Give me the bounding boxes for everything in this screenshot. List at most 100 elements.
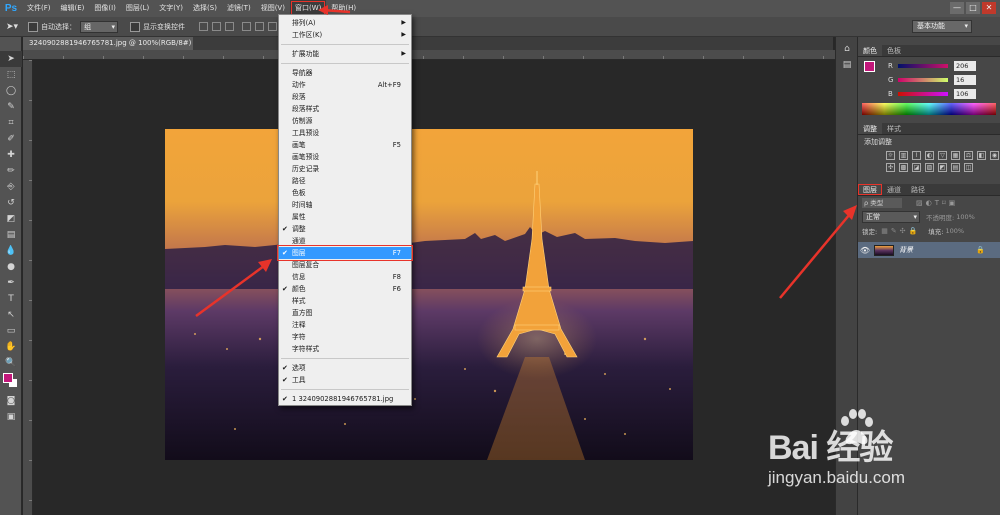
- align-top-icon[interactable]: [199, 22, 209, 31]
- auto-select-checkbox[interactable]: [28, 21, 39, 32]
- layer-filter-dropdown[interactable]: ρ 类型: [862, 198, 902, 208]
- window-menu-item[interactable]: 样式: [279, 295, 411, 307]
- clone-stamp-icon[interactable]: ⎆: [0, 179, 22, 195]
- window-menu-item[interactable]: ✔ 图层 F7: [277, 245, 413, 261]
- window-menu-item[interactable]: 直方图: [279, 307, 411, 319]
- window-menu-item[interactable]: 路径: [279, 175, 411, 187]
- window-menu-item[interactable]: 图层复合: [279, 259, 411, 271]
- tab-adjustments[interactable]: 调整: [858, 123, 882, 134]
- hand-icon[interactable]: ✋: [0, 339, 22, 355]
- move-icon[interactable]: ➤: [0, 51, 22, 67]
- marquee-icon[interactable]: ⬚: [0, 67, 22, 83]
- menu-2[interactable]: 图像(I): [89, 0, 121, 17]
- eiffel-tower-photo[interactable]: [165, 129, 693, 460]
- align-vcenter-icon[interactable]: [212, 22, 222, 31]
- window-menu-item[interactable]: 信息 F8: [279, 271, 411, 283]
- menu-3[interactable]: 图层(L): [121, 0, 154, 17]
- auto-select-dropdown[interactable]: 组: [80, 20, 119, 33]
- window-menu-item[interactable]: 动作 Alt+F9: [279, 79, 411, 91]
- brightness-icon[interactable]: ☼: [886, 151, 895, 160]
- visibility-eye-icon[interactable]: 👁: [858, 246, 872, 255]
- window-menu-item[interactable]: 排列(A) ▶: [279, 17, 411, 29]
- levels-icon[interactable]: ▥: [899, 151, 908, 160]
- color-balance-icon[interactable]: ⚖: [964, 151, 973, 160]
- screen-mode-icon[interactable]: ▣: [0, 409, 22, 425]
- window-menu-item[interactable]: 导航器: [279, 67, 411, 79]
- eyedropper-icon[interactable]: ✐: [0, 131, 22, 147]
- dodge-icon[interactable]: ●: [0, 259, 22, 275]
- window-menu-item[interactable]: ✔ 选项: [279, 362, 411, 374]
- window-menu-item[interactable]: 色板: [279, 187, 411, 199]
- align-right-icon[interactable]: [268, 22, 278, 31]
- tab-styles[interactable]: 样式: [882, 123, 906, 134]
- blur-icon[interactable]: 💧: [0, 243, 22, 259]
- crop-icon[interactable]: ⌗: [0, 115, 22, 131]
- align-hcenter-icon[interactable]: [255, 22, 265, 31]
- tab-paths[interactable]: 路径: [906, 184, 930, 195]
- tab-color[interactable]: 颜色: [858, 45, 882, 56]
- zoom-icon[interactable]: 🔍: [0, 355, 22, 371]
- color-lookup-icon[interactable]: ▩: [899, 163, 908, 172]
- posterize-icon[interactable]: ▨: [925, 163, 934, 172]
- curves-icon[interactable]: ⌇: [912, 151, 921, 160]
- window-menu-item[interactable]: 工具预设: [279, 127, 411, 139]
- healing-icon[interactable]: ✚: [0, 147, 22, 163]
- menu-0[interactable]: 文件(F): [22, 0, 56, 17]
- window-menu-item[interactable]: 注释: [279, 319, 411, 331]
- window-menu-item[interactable]: 画笔预设: [279, 151, 411, 163]
- channel-slider[interactable]: [898, 78, 948, 82]
- bw-icon[interactable]: ◧: [977, 151, 986, 160]
- workspace-dropdown[interactable]: 基本功能: [912, 20, 972, 33]
- window-menu-item[interactable]: 字符样式: [279, 343, 411, 355]
- hue-icon[interactable]: ▦: [951, 151, 960, 160]
- color-panel-fg-swatch[interactable]: [864, 61, 875, 72]
- window-menu-item[interactable]: 通道: [279, 235, 411, 247]
- foreground-color-swatch[interactable]: [3, 373, 13, 383]
- window-menu-item[interactable]: ✔ 工具: [279, 374, 411, 386]
- exposure-icon[interactable]: ◐: [925, 151, 934, 160]
- tab-swatches[interactable]: 色板: [882, 45, 906, 56]
- gradient-map-icon[interactable]: ▤: [951, 163, 960, 172]
- window-menu-item[interactable]: 历史记录: [279, 163, 411, 175]
- window-menu-item[interactable]: 仿制源: [279, 115, 411, 127]
- path-select-icon[interactable]: ↖: [0, 307, 22, 323]
- photo-filter-icon[interactable]: ◉: [990, 151, 999, 160]
- tab-channels[interactable]: 通道: [882, 184, 906, 195]
- align-left-icon[interactable]: [242, 22, 252, 31]
- quick-select-icon[interactable]: ✎: [0, 99, 22, 115]
- quick-mask-icon[interactable]: ◙: [0, 393, 22, 409]
- window-menu-item[interactable]: ✔ 1 3240902881946765781.jpg: [279, 393, 411, 405]
- move-tool-preset-icon[interactable]: ➤▾: [6, 22, 18, 32]
- canvas-area[interactable]: [34, 61, 835, 515]
- vibrance-icon[interactable]: ▽: [938, 151, 947, 160]
- menu-1[interactable]: 编辑(E): [56, 0, 90, 17]
- type-icon[interactable]: T: [0, 291, 22, 307]
- menu-5[interactable]: 选择(S): [188, 0, 222, 17]
- blend-mode-dropdown[interactable]: 正常: [862, 211, 920, 223]
- threshold-icon[interactable]: ◩: [938, 163, 947, 172]
- window-menu-item[interactable]: 工作区(K) ▶: [279, 29, 411, 41]
- history-panel-icon[interactable]: ⌂: [836, 41, 858, 57]
- window-menu-item[interactable]: ✔ 颜色 F6: [279, 283, 411, 295]
- rectangle-icon[interactable]: ▭: [0, 323, 22, 339]
- menu-4[interactable]: 文字(Y): [154, 0, 188, 17]
- document-tab[interactable]: 3240902881946765781.jpg @ 100%(RGB/8#): [23, 37, 193, 50]
- pen-icon[interactable]: ✒: [0, 275, 22, 291]
- window-menu-item[interactable]: 段落样式: [279, 103, 411, 115]
- history-brush-icon[interactable]: ↺: [0, 195, 22, 211]
- close-button[interactable]: ✕: [982, 2, 996, 14]
- gradient-icon[interactable]: ▤: [0, 227, 22, 243]
- window-menu-item[interactable]: 画笔 F5: [279, 139, 411, 151]
- window-menu-item[interactable]: ✔ 调整: [279, 223, 411, 235]
- align-bottom-icon[interactable]: [225, 22, 235, 31]
- invert-icon[interactable]: ◪: [912, 163, 921, 172]
- channel-slider[interactable]: [898, 92, 948, 96]
- channel-mixer-icon[interactable]: ✣: [886, 163, 895, 172]
- brush-icon[interactable]: ✏: [0, 163, 22, 179]
- channel-slider[interactable]: [898, 64, 948, 68]
- show-transform-checkbox[interactable]: [130, 21, 141, 32]
- window-menu-item[interactable]: 扩展功能 ▶: [279, 48, 411, 60]
- channel-value[interactable]: 16: [954, 75, 976, 85]
- maximize-button[interactable]: □: [966, 2, 980, 14]
- color-spectrum[interactable]: [862, 103, 996, 115]
